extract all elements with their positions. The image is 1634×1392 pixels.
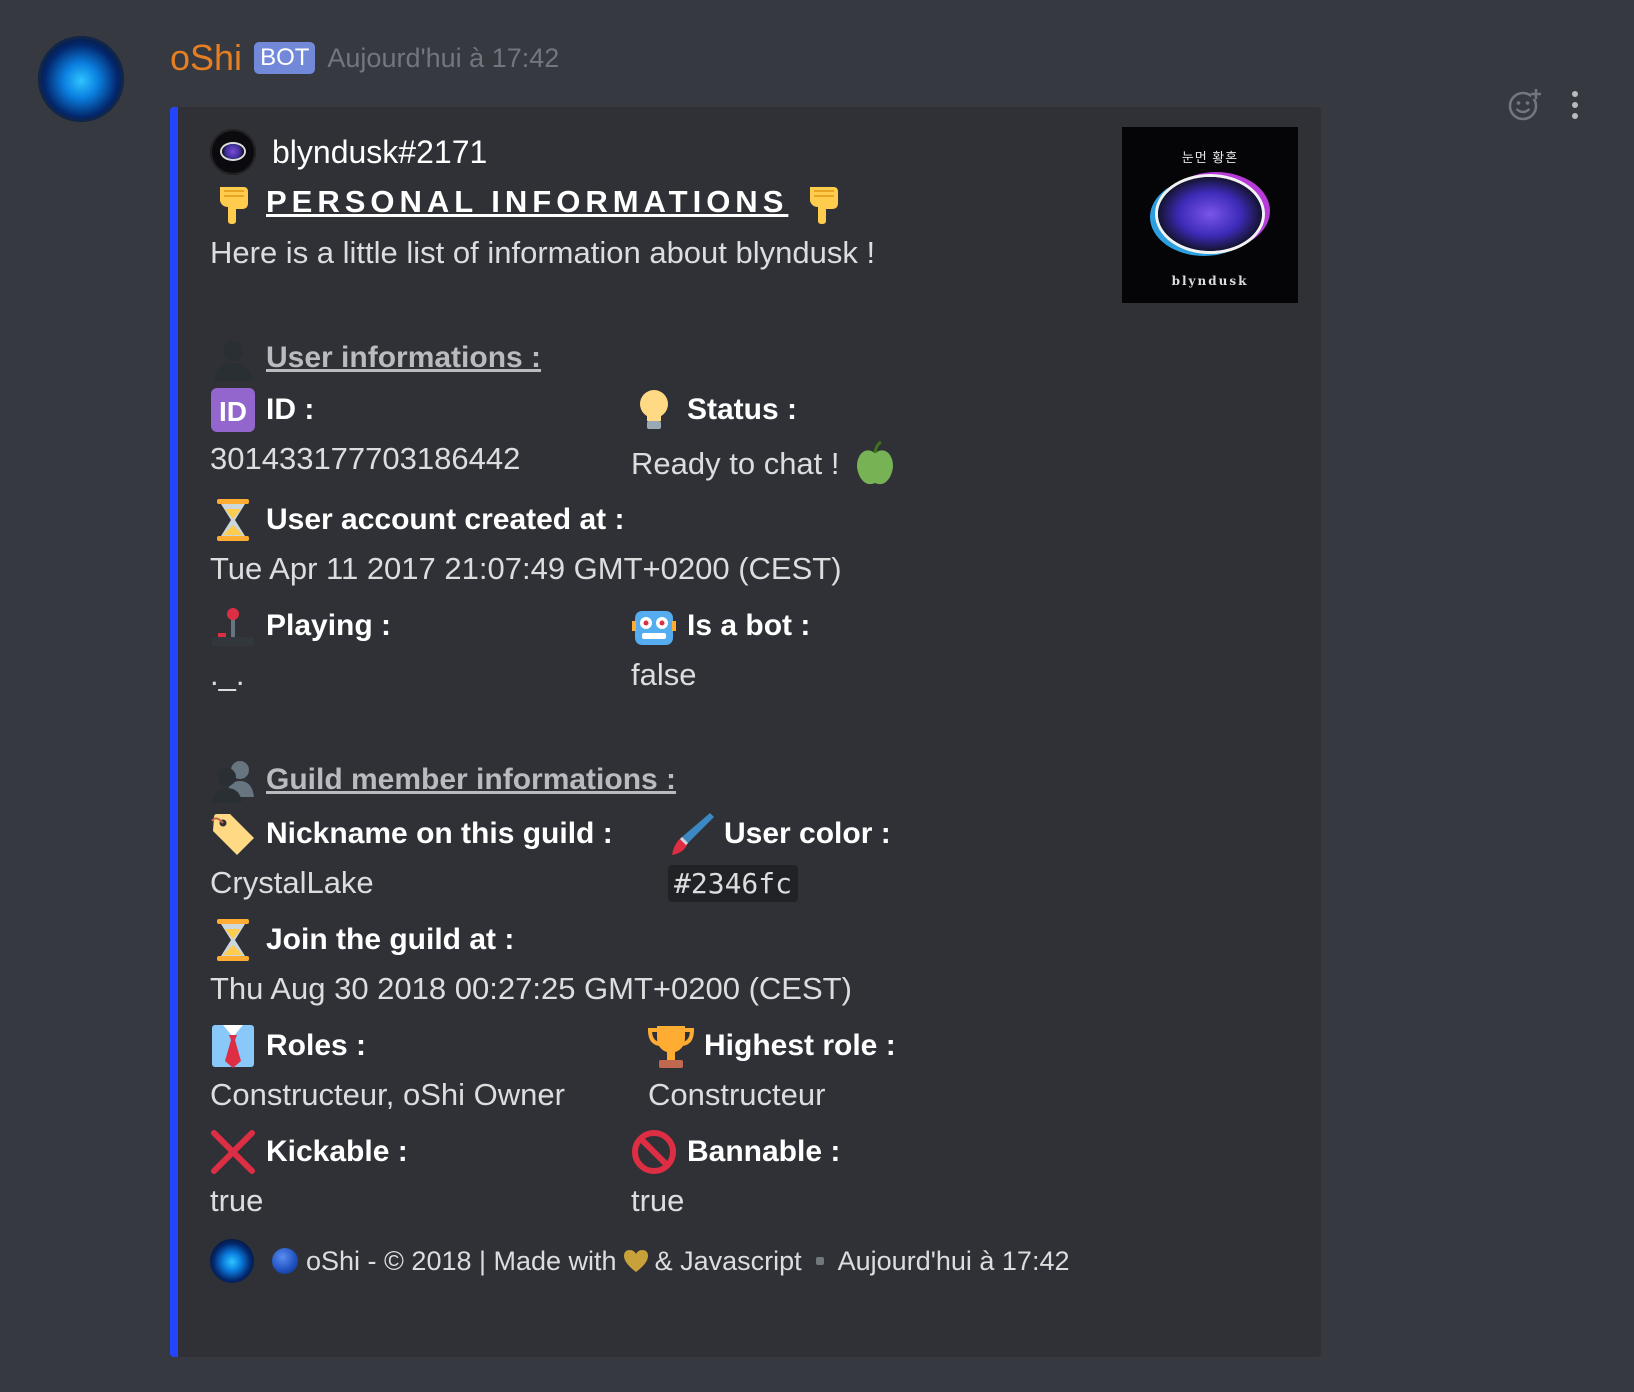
field-value: CrystalLake — [210, 865, 374, 900]
message-header: oShi BOT Aujourd'hui à 17:42 — [170, 36, 559, 80]
field-value: false — [631, 657, 697, 692]
id-emoji: ID — [210, 387, 256, 433]
username[interactable]: oShi — [170, 37, 242, 79]
footer-timestamp: Aujourd'hui à 17:42 — [837, 1245, 1070, 1276]
field-highest-role: Highest role : Constructeur — [647, 1021, 896, 1113]
message-timestamp[interactable]: Aujourd'hui à 17:42 — [327, 43, 559, 74]
users-silhouette-icon — [210, 757, 256, 803]
thumbnail-name-text: blyndusk — [1171, 274, 1249, 288]
section-title: Guild member informations : — [266, 763, 677, 796]
cross-mark-emoji — [210, 1129, 256, 1175]
footer-avatar — [210, 1239, 254, 1283]
field-is-bot: Is a bot : false — [631, 601, 810, 693]
yellow-heart-emoji — [623, 1249, 649, 1273]
footer-separator — [815, 1257, 824, 1265]
field-name: Status : — [687, 393, 798, 426]
more-options-icon[interactable] — [1572, 91, 1578, 119]
field-name: Nickname on this guild : — [266, 817, 613, 850]
thumbnail-korean-text: 눈먼 황혼 — [1181, 150, 1239, 165]
field-name: Roles : — [266, 1029, 367, 1062]
svg-text:ID: ID — [219, 396, 247, 427]
author-avatar[interactable] — [210, 129, 256, 175]
field-id: ID ID : 301433177703186442 — [210, 385, 520, 477]
field-playing: Playing : ._. — [210, 601, 391, 693]
field-name: ID : — [266, 393, 315, 426]
field-name: Highest role : — [704, 1029, 896, 1062]
embed-thumbnail[interactable]: 눈먼 황혼 blyndusk — [1122, 127, 1298, 303]
pointing-down-emoji — [800, 179, 846, 225]
field-value: Ready to chat ! — [631, 446, 840, 481]
hourglass-emoji — [210, 497, 256, 543]
footer-text-b: & Javascript — [654, 1245, 802, 1276]
embed: blyndusk#2171 PERSONAL INFORMATIONS Here… — [170, 107, 1321, 1357]
embed-description: Here is a little list of information abo… — [210, 235, 876, 270]
field-roles: Roles : Constructeur, oShi Owner — [210, 1021, 565, 1113]
footer-text-a: oShi - © 2018 | Made with — [306, 1245, 617, 1276]
label-tag-emoji — [210, 811, 256, 857]
hourglass-emoji — [210, 917, 256, 963]
field-name: User color : — [724, 817, 891, 850]
field-value: true — [631, 1183, 685, 1218]
field-value: 301433177703186442 — [210, 441, 521, 476]
field-value: true — [210, 1183, 264, 1218]
author-name[interactable]: blyndusk#2171 — [272, 134, 487, 171]
user-silhouette-icon — [210, 335, 256, 381]
field-bannable: Bannable : true — [631, 1127, 840, 1219]
prohibited-emoji — [631, 1129, 677, 1175]
embed-author: blyndusk#2171 — [210, 129, 487, 175]
robot-emoji — [631, 603, 677, 649]
embed-title-text: PERSONAL INFORMATIONS — [266, 184, 789, 219]
field-name: Playing : — [266, 609, 392, 642]
paintbrush-emoji — [668, 811, 714, 857]
field-name: User account created at : — [266, 503, 625, 536]
add-reaction-icon[interactable] — [1508, 88, 1542, 122]
field-status: Status : Ready to chat ! — [631, 385, 898, 487]
light-bulb-emoji — [631, 387, 677, 433]
field-name: Bannable : — [687, 1135, 841, 1168]
bot-avatar[interactable] — [38, 36, 124, 122]
section-title: User informations : — [266, 341, 542, 374]
embed-title: PERSONAL INFORMATIONS — [210, 179, 846, 225]
pointing-down-emoji — [210, 179, 256, 225]
message-actions — [1508, 88, 1578, 122]
field-created: User account created at : Tue Apr 11 201… — [210, 495, 842, 587]
field-kickable: Kickable : true — [210, 1127, 408, 1219]
section-user-informations: User informations : — [210, 335, 541, 381]
eye-artwork — [1158, 177, 1262, 251]
field-nickname: Nickname on this guild : CrystalLake — [210, 809, 613, 901]
joystick-emoji — [210, 603, 256, 649]
field-name: Join the guild at : — [266, 923, 515, 956]
field-name: Is a bot : — [687, 609, 811, 642]
blue-circle-emoji — [272, 1248, 298, 1274]
bot-badge: BOT — [254, 42, 316, 74]
shirt-tie-emoji — [210, 1023, 256, 1069]
field-user-color: User color : #2346fc — [668, 809, 891, 902]
section-guild-member-informations: Guild member informations : — [210, 757, 676, 803]
trophy-emoji — [647, 1023, 695, 1069]
field-value: Constructeur — [648, 1077, 826, 1112]
green-apple-emoji — [852, 440, 898, 487]
embed-footer: oShi - © 2018 | Made with & Javascript A… — [210, 1239, 1069, 1283]
field-joined: Join the guild at : Thu Aug 30 2018 00:2… — [210, 915, 852, 1007]
field-value: Tue Apr 11 2017 21:07:49 GMT+0200 (CEST) — [210, 551, 842, 586]
field-value: Thu Aug 30 2018 00:27:25 GMT+0200 (CEST) — [210, 971, 852, 1006]
field-value: #2346fc — [668, 865, 799, 902]
field-value: Constructeur, oShi Owner — [210, 1077, 565, 1112]
field-name: Kickable : — [266, 1135, 408, 1168]
field-value: ._. — [210, 657, 245, 692]
